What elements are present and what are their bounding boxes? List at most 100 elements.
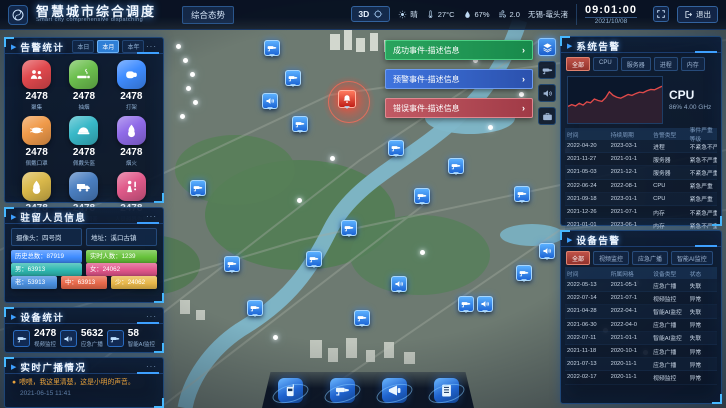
alarm-stat-tile[interactable]: 2478 聚集 bbox=[13, 60, 60, 111]
system-alarm-row[interactable]: 2021-09-182023-01-1CPU紧急严重 bbox=[565, 193, 717, 206]
device-type-icon bbox=[110, 334, 120, 344]
tab-overview[interactable]: 综合态势 bbox=[182, 6, 234, 24]
map-tool-button[interactable] bbox=[538, 107, 556, 125]
event-banner[interactable]: 预警事件-描述信息 › bbox=[385, 69, 533, 89]
map-tool-button[interactable] bbox=[538, 38, 556, 56]
alarm-type-icon bbox=[124, 179, 139, 194]
map-device-marker[interactable] bbox=[516, 265, 532, 281]
system-alarm-tab[interactable]: 内存 bbox=[681, 57, 705, 71]
device-alarm-tab[interactable]: 全部 bbox=[566, 251, 590, 265]
dock-icon bbox=[439, 383, 454, 398]
device-alarm-row[interactable]: 2021-11-182020-10-1应急广播异常 bbox=[565, 345, 717, 358]
system-alarm-row[interactable]: 2022-06-242022-08-1CPU紧急严重 bbox=[565, 180, 717, 193]
map-device-marker[interactable] bbox=[285, 70, 301, 86]
map-poi-dot[interactable] bbox=[330, 156, 335, 161]
map-poi-dot[interactable] bbox=[180, 114, 185, 119]
device-alarm-row[interactable]: 2021-07-132020-11-1应急广播异常 bbox=[565, 358, 717, 371]
alarm-stat-tile[interactable]: 2478 佩戴头盔 bbox=[60, 116, 107, 167]
device-alarm-row[interactable]: 2022-05-132021-05-1应急广播失联 bbox=[565, 279, 717, 292]
chevron-right-icon: › bbox=[522, 45, 525, 55]
map-device-marker[interactable] bbox=[292, 116, 308, 132]
dock-button[interactable] bbox=[434, 378, 459, 403]
map-device-marker[interactable] bbox=[354, 310, 370, 326]
map-poi-dot[interactable] bbox=[186, 86, 191, 91]
map-device-marker[interactable] bbox=[264, 40, 280, 56]
marker-icon bbox=[265, 96, 275, 106]
map-poi-dot[interactable] bbox=[193, 100, 198, 105]
device-alarm-tab[interactable]: 智能AI监控 bbox=[671, 251, 713, 265]
device-alarm-row[interactable]: 2022-07-142021-07-1视频监控异常 bbox=[565, 292, 717, 305]
alarm-stat-tile[interactable]: 2478 烟火 bbox=[108, 116, 155, 167]
system-alarm-row[interactable]: 2021-05-032021-12-1服务器不紧急严重 bbox=[565, 166, 717, 179]
more-menu-icon[interactable]: ··· bbox=[146, 312, 157, 321]
more-menu-icon[interactable]: ··· bbox=[146, 362, 157, 371]
system-alarm-tab[interactable]: 全部 bbox=[566, 57, 590, 71]
map-device-marker[interactable] bbox=[247, 300, 263, 316]
map-poi-dot[interactable] bbox=[488, 125, 493, 130]
map-poi-dot[interactable] bbox=[420, 250, 425, 255]
map-device-marker[interactable] bbox=[391, 276, 407, 292]
app-logo bbox=[8, 5, 28, 25]
device-stat[interactable]: 5632 应急广播 bbox=[60, 329, 103, 348]
map-device-marker[interactable] bbox=[448, 158, 464, 174]
map-poi-dot[interactable] bbox=[190, 72, 195, 77]
map-device-marker[interactable] bbox=[414, 188, 430, 204]
event-banner[interactable]: 错误事件-描述信息 › bbox=[385, 98, 533, 118]
map-device-marker[interactable] bbox=[477, 296, 493, 312]
alarm-label: 佩戴头盔 bbox=[73, 159, 95, 167]
device-alarm-tab[interactable]: 应急广播 bbox=[632, 251, 668, 265]
system-alarm-tab[interactable]: 服务器 bbox=[621, 57, 651, 71]
device-label: 应急广播 bbox=[81, 340, 103, 348]
device-alarm-row[interactable]: 2022-07-112021-01-1智能AI监控失联 bbox=[565, 332, 717, 345]
exit-button[interactable]: 退出 bbox=[677, 6, 718, 23]
map-device-marker[interactable] bbox=[341, 220, 357, 236]
device-alarm-row[interactable]: 2022-02-172020-11-1视频监控异常 bbox=[565, 371, 717, 384]
map-tool-button[interactable] bbox=[538, 61, 556, 79]
map-device-marker[interactable] bbox=[262, 93, 278, 109]
compass-icon bbox=[373, 9, 383, 19]
device-count: 5632 bbox=[81, 329, 103, 339]
system-alarm-row[interactable]: 2021-12-262021-07-1内存不紧急严重 bbox=[565, 206, 717, 219]
dock-button[interactable] bbox=[278, 378, 303, 403]
bottom-dock bbox=[262, 372, 474, 408]
map-device-marker[interactable] bbox=[388, 140, 404, 156]
fullscreen-button[interactable] bbox=[653, 6, 669, 22]
dock-button[interactable] bbox=[330, 378, 355, 403]
system-alarm-row[interactable]: 2021-11-272021-01-1服务器紧急不严重 bbox=[565, 153, 717, 166]
device-alarm-row[interactable]: 2021-04-282022-04-1智能AI监控失联 bbox=[565, 305, 717, 318]
system-alarm-row[interactable]: 2022-04-202023-03-1进程不紧急不严重 bbox=[565, 140, 717, 153]
device-alarm-tab[interactable]: 视频监控 bbox=[593, 251, 629, 265]
map-poi-dot[interactable] bbox=[297, 198, 302, 203]
marker-icon bbox=[417, 191, 427, 201]
dock-button[interactable] bbox=[382, 378, 407, 403]
alarm-marker[interactable] bbox=[338, 90, 356, 108]
mode-3d-toggle[interactable]: 3D bbox=[351, 6, 390, 22]
alarm-stat-tile[interactable]: 2478 打架 bbox=[108, 60, 155, 111]
marker-icon bbox=[451, 161, 461, 171]
map-device-marker[interactable] bbox=[224, 256, 240, 272]
alarm-stat-tile[interactable]: 2478 佩戴口罩 bbox=[13, 116, 60, 167]
map-device-marker[interactable] bbox=[306, 251, 322, 267]
map-device-marker[interactable] bbox=[190, 180, 206, 196]
system-alarm-tab[interactable]: CPU bbox=[593, 57, 618, 71]
map-device-marker[interactable] bbox=[539, 243, 555, 259]
map-device-marker[interactable] bbox=[458, 296, 474, 312]
device-stat[interactable]: 58 智能AI监控 bbox=[107, 329, 155, 348]
device-alarm-row[interactable]: 2021-06-302022-04-0应急广播异常 bbox=[565, 319, 717, 332]
alarm-label: 打架 bbox=[126, 103, 137, 111]
map-poi-dot[interactable] bbox=[183, 58, 188, 63]
map-device-marker[interactable] bbox=[514, 186, 530, 202]
device-stat[interactable]: 2478 视频监控 bbox=[13, 329, 56, 348]
exit-icon bbox=[684, 10, 693, 19]
event-banner[interactable]: 成功事件-描述信息 › bbox=[385, 40, 533, 60]
alarm-period-tab[interactable]: 本日 bbox=[72, 40, 94, 53]
more-menu-icon[interactable]: ··· bbox=[146, 212, 157, 221]
map-tool-button[interactable] bbox=[538, 84, 556, 102]
alarm-period-tab[interactable]: 本月 bbox=[97, 40, 119, 53]
system-alarm-tab[interactable]: 进程 bbox=[654, 57, 678, 71]
map-poi-dot[interactable] bbox=[176, 44, 181, 49]
marker-icon bbox=[517, 189, 527, 199]
more-menu-icon[interactable]: ··· bbox=[146, 42, 157, 51]
alarm-stat-tile[interactable]: 2478 抽烟 bbox=[60, 60, 107, 111]
map-poi-dot[interactable] bbox=[273, 335, 278, 340]
